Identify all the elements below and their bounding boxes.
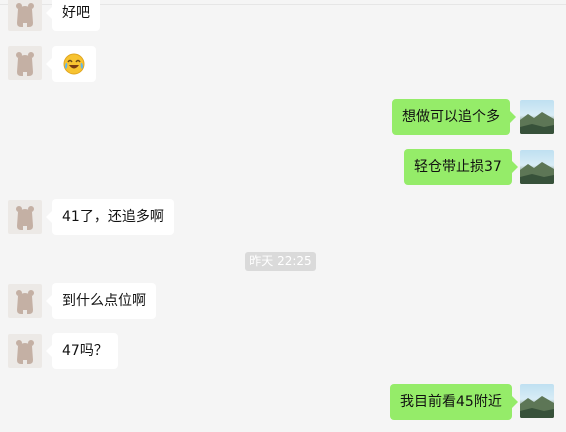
- contact-avatar[interactable]: [8, 284, 42, 318]
- self-avatar[interactable]: [520, 100, 554, 134]
- landscape-icon: [520, 396, 554, 418]
- message-bubble[interactable]: 轻仓带止损37: [404, 149, 518, 185]
- landscape-icon: [520, 162, 554, 184]
- message-bubble[interactable]: 想做可以追个多: [392, 99, 516, 135]
- self-avatar[interactable]: [520, 384, 554, 418]
- bear-icon: [16, 340, 34, 364]
- message-bubble[interactable]: 47吗？: [46, 333, 118, 369]
- message-bubble[interactable]: 41了，还追多啊: [46, 199, 174, 235]
- timestamp-divider: 昨天 22:25: [245, 252, 316, 271]
- laughing-crying-emoji-icon: [63, 53, 85, 75]
- self-avatar[interactable]: [520, 150, 554, 184]
- bear-icon: [16, 290, 34, 314]
- bear-icon: [16, 206, 34, 230]
- contact-avatar[interactable]: [8, 46, 42, 80]
- contact-avatar[interactable]: [8, 200, 42, 234]
- message-bubble[interactable]: [46, 46, 96, 82]
- message-bubble[interactable]: 好吧: [46, 0, 100, 31]
- contact-avatar[interactable]: [8, 334, 42, 368]
- message-bubble[interactable]: 到什么点位啊: [46, 283, 156, 319]
- bear-icon: [16, 52, 34, 76]
- contact-avatar[interactable]: [8, 0, 42, 31]
- message-bubble[interactable]: 我目前看45附近: [390, 384, 518, 420]
- bear-icon: [16, 3, 34, 27]
- landscape-icon: [520, 112, 554, 134]
